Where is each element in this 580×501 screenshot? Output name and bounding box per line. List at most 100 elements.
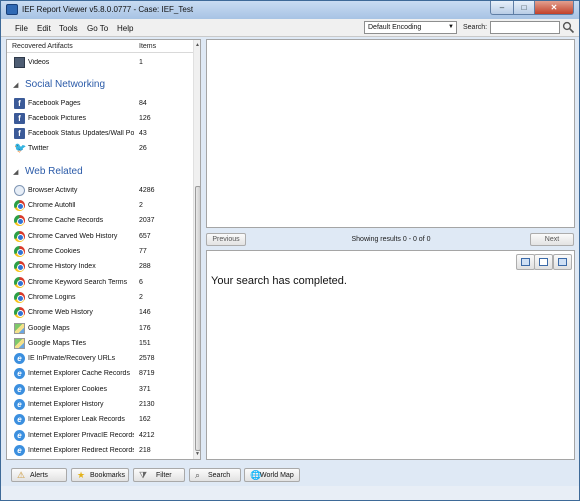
artifact-row[interactable]: e Internet Explorer PrivacIE Records 421… [7, 429, 193, 443]
artifacts-scrollbar[interactable]: ▲ ▼ [193, 40, 200, 459]
minimize-button[interactable]: – [490, 1, 514, 15]
artifact-row[interactable]: e IE InPrivate/Recovery URLs 2578 [7, 352, 193, 366]
scroll-up-icon[interactable]: ▲ [195, 42, 200, 48]
internet-explorer-icon: e [14, 445, 25, 456]
chrome-icon [14, 261, 25, 272]
artifact-row[interactable]: Chrome Cookies 77 [7, 245, 193, 259]
artifact-row[interactable]: Videos 1 [7, 56, 193, 70]
artifact-row[interactable]: f Facebook Pictures 126 [7, 112, 193, 126]
artifact-row[interactable]: e Internet Explorer History 2130 [7, 398, 193, 412]
artifact-count: 2130 [139, 401, 155, 408]
menu-tools[interactable]: Tools [59, 24, 78, 33]
menu-file[interactable]: File [15, 24, 28, 33]
chrome-icon [14, 277, 25, 288]
artifact-count: 43 [139, 130, 147, 137]
search-input[interactable] [490, 21, 560, 34]
chrome-icon [14, 215, 25, 226]
artifact-count: 162 [139, 416, 151, 423]
encoding-value: Default Encoding [368, 24, 422, 31]
filter-button[interactable]: ⧩ Filter [133, 468, 185, 482]
search-icon[interactable] [562, 21, 575, 34]
artifact-row[interactable]: Chrome Keyword Search Terms 6 [7, 276, 193, 290]
collapse-chevron-icon[interactable]: ◢ [13, 168, 18, 176]
chrome-icon [14, 307, 25, 318]
artifact-count: 2578 [139, 355, 155, 362]
world-map-button[interactable]: 🌐 World Map [244, 468, 300, 482]
artifact-count: 2037 [139, 217, 155, 224]
internet-explorer-icon: e [14, 368, 25, 379]
next-button[interactable]: Next [530, 233, 574, 246]
close-button[interactable]: ✕ [534, 1, 574, 15]
window-view-button[interactable] [553, 254, 572, 270]
artifact-row[interactable]: e Internet Explorer Cookies 371 [7, 383, 193, 397]
window-title: IEF Report Viewer v5.8.0.0777 - Case: IE… [22, 5, 194, 14]
app-logo-icon [6, 4, 18, 15]
column-items[interactable]: Items [139, 43, 156, 50]
records-pane [206, 39, 575, 228]
artifact-label: Google Maps [28, 325, 70, 332]
artifact-row[interactable]: Chrome History Index 288 [7, 260, 193, 274]
menu-go-to[interactable]: Go To [87, 24, 108, 33]
google-maps-icon [14, 338, 25, 349]
artifact-row[interactable]: Chrome Autofill 2 [7, 199, 193, 213]
document-view-button[interactable] [534, 254, 553, 270]
chrome-icon [14, 200, 25, 211]
artifact-label: Internet Explorer PrivacIE Records [28, 432, 134, 439]
menu-help[interactable]: Help [117, 24, 133, 33]
title-bar[interactable]: IEF Report Viewer v5.8.0.0777 - Case: IE… [1, 1, 579, 19]
artifact-row[interactable]: 🐦 Twitter 26 [7, 142, 193, 156]
chrome-icon [14, 292, 25, 303]
artifact-row[interactable]: Chrome Web History 146 [7, 306, 193, 320]
window-icon [558, 258, 567, 266]
artifact-count: 371 [139, 386, 151, 393]
artifact-row[interactable]: Chrome Carved Web History 657 [7, 230, 193, 244]
artifact-row[interactable]: f Facebook Status Updates/Wall Po... 43 [7, 127, 193, 141]
video-icon [14, 57, 25, 68]
artifact-row[interactable]: e Internet Explorer Redirect Records 218 [7, 444, 193, 458]
collapse-chevron-icon[interactable]: ◢ [13, 81, 18, 89]
search-button[interactable]: ⌕ Search [189, 468, 241, 482]
scrollbar-thumb[interactable] [195, 186, 200, 451]
artifact-label: Chrome Carved Web History [28, 233, 118, 240]
artifact-count: 77 [139, 248, 147, 255]
details-pane: Your search has completed. [206, 250, 575, 460]
alert-icon: ⚠ [17, 470, 26, 480]
facebook-icon: f [14, 98, 25, 109]
scroll-down-icon[interactable]: ▼ [195, 451, 200, 457]
results-status: Showing results 0 - 0 of 0 [351, 236, 431, 243]
artifact-label: Videos [28, 59, 50, 66]
artifact-row[interactable]: Browser Activity 4286 [7, 184, 193, 198]
google-maps-icon [14, 323, 25, 334]
artifact-count: 2 [139, 202, 143, 209]
maximize-button[interactable]: □ [513, 1, 535, 15]
browser-icon [14, 185, 25, 196]
menu-edit[interactable]: Edit [37, 24, 51, 33]
artifact-label: Internet Explorer Redirect Records [28, 447, 134, 454]
artifact-row[interactable]: Google Maps 176 [7, 322, 193, 336]
artifact-label: Facebook Pictures [28, 115, 86, 122]
previous-button[interactable]: Previous [206, 233, 246, 246]
artifact-row[interactable]: Chrome Cache Records 2037 [7, 214, 193, 228]
artifact-label: IE InPrivate/Recovery URLs [28, 355, 116, 362]
bookmarks-button[interactable]: ★ Bookmarks [71, 468, 129, 482]
encoding-select[interactable]: Default Encoding ▼ [364, 21, 457, 34]
artifact-row[interactable]: Chrome Logins 2 [7, 291, 193, 305]
artifact-row[interactable]: f Facebook Pages 84 [7, 97, 193, 111]
artifact-count: 26 [139, 145, 147, 152]
artifact-count: 146 [139, 309, 151, 316]
alerts-button[interactable]: ⚠ Alerts [11, 468, 67, 482]
column-recovered-artifacts[interactable]: Recovered Artifacts [12, 43, 73, 50]
artifact-count: 176 [139, 325, 151, 332]
dropdown-arrow-icon: ▼ [448, 24, 454, 30]
artifact-label: Chrome Cache Records [28, 217, 104, 224]
artifact-count: 8719 [139, 370, 155, 377]
group-header-web-related[interactable]: ◢ Web Related [7, 165, 193, 179]
internet-explorer-icon: e [14, 414, 25, 425]
group-header-social-networking[interactable]: ◢ Social Networking [7, 78, 193, 92]
artifact-row[interactable]: e Internet Explorer Leak Records 162 [7, 413, 193, 427]
artifact-label: Chrome Autofill [28, 202, 76, 209]
artifact-label: Chrome History Index [28, 263, 96, 270]
popout-view-button[interactable] [516, 254, 535, 270]
artifact-row[interactable]: e Internet Explorer Cache Records 8719 [7, 367, 193, 381]
artifact-row[interactable]: Google Maps Tiles 151 [7, 337, 193, 351]
